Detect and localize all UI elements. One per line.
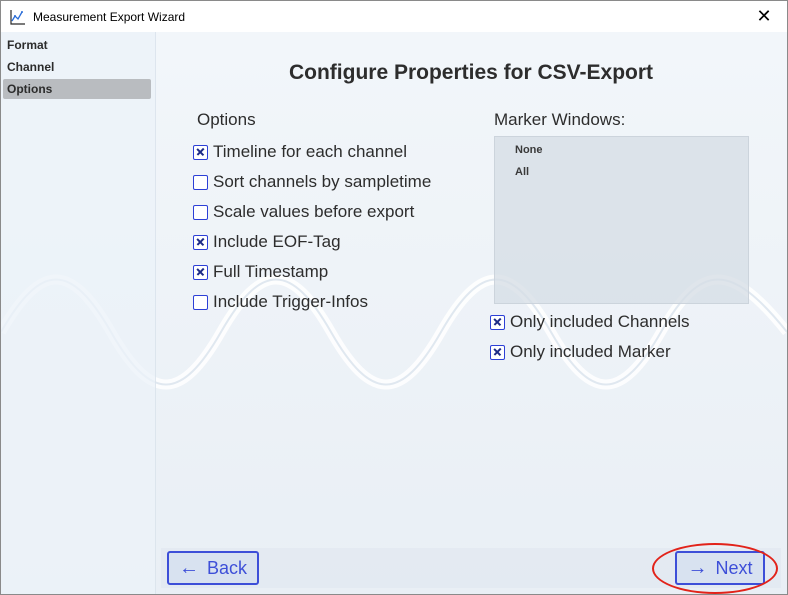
wizard-nav: Format Channel Options bbox=[1, 32, 156, 594]
arrow-right-icon: → bbox=[687, 556, 708, 579]
options-heading: Options bbox=[197, 110, 256, 129]
option-label: Scale values before export bbox=[213, 202, 415, 221]
option-label: Sort channels by sampletime bbox=[213, 172, 432, 191]
option-include-eof-tag[interactable]: Include EOF-Tag bbox=[193, 231, 341, 253]
option-timeline-each-channel[interactable]: Timeline for each channel bbox=[193, 141, 407, 163]
option-label: Only included Channels bbox=[510, 312, 690, 331]
marker-windows-heading: Marker Windows: bbox=[494, 110, 626, 129]
wizard-content: Format Channel Options Configure Propert… bbox=[1, 32, 787, 594]
option-label: Include EOF-Tag bbox=[213, 232, 341, 251]
wizard-window: Measurement Export Wizard ✕ Format Chann… bbox=[0, 0, 788, 595]
nav-item-options[interactable]: Options bbox=[3, 79, 151, 99]
chart-line-icon bbox=[10, 9, 25, 25]
option-full-timestamp[interactable]: Full Timestamp bbox=[193, 261, 328, 283]
window-title: Measurement Export Wizard bbox=[33, 9, 186, 24]
checkbox[interactable] bbox=[193, 294, 208, 310]
checkbox[interactable] bbox=[490, 344, 505, 360]
checkbox[interactable] bbox=[193, 234, 208, 250]
nav-item-format[interactable]: Format bbox=[3, 35, 151, 55]
close-button[interactable]: ✕ bbox=[741, 1, 787, 32]
list-item[interactable]: All bbox=[515, 166, 529, 178]
checkbox[interactable] bbox=[193, 174, 208, 190]
checkbox[interactable] bbox=[193, 204, 208, 220]
back-button-label: Back bbox=[206, 557, 248, 578]
option-label: Only included Marker bbox=[510, 342, 671, 361]
checkbox[interactable] bbox=[193, 144, 208, 160]
list-item[interactable]: None bbox=[515, 144, 543, 156]
option-label: Full Timestamp bbox=[213, 262, 329, 281]
filter-only-included-marker[interactable]: Only included Marker bbox=[490, 341, 671, 363]
marker-windows-list[interactable]: None All bbox=[494, 136, 749, 304]
option-label: Include Trigger-Infos bbox=[213, 292, 368, 311]
title-bar: Measurement Export Wizard ✕ bbox=[1, 1, 787, 32]
option-label: Timeline for each channel bbox=[213, 142, 408, 161]
checkbox[interactable] bbox=[490, 314, 505, 330]
arrow-left-icon: ← bbox=[178, 556, 199, 579]
next-button[interactable]: → Next bbox=[675, 551, 765, 585]
close-icon: ✕ bbox=[756, 6, 772, 26]
checkbox[interactable] bbox=[193, 264, 208, 280]
nav-item-channel[interactable]: Channel bbox=[3, 57, 151, 77]
option-scale-values[interactable]: Scale values before export bbox=[193, 201, 414, 223]
option-include-trigger-infos[interactable]: Include Trigger-Infos bbox=[193, 291, 368, 313]
next-button-label: Next bbox=[715, 557, 753, 578]
page-title: Configure Properties for CSV-Export bbox=[288, 61, 654, 84]
option-sort-by-sampletime[interactable]: Sort channels by sampletime bbox=[193, 171, 431, 193]
filter-only-included-channels[interactable]: Only included Channels bbox=[490, 311, 690, 333]
back-button[interactable]: ← Back bbox=[167, 551, 259, 585]
